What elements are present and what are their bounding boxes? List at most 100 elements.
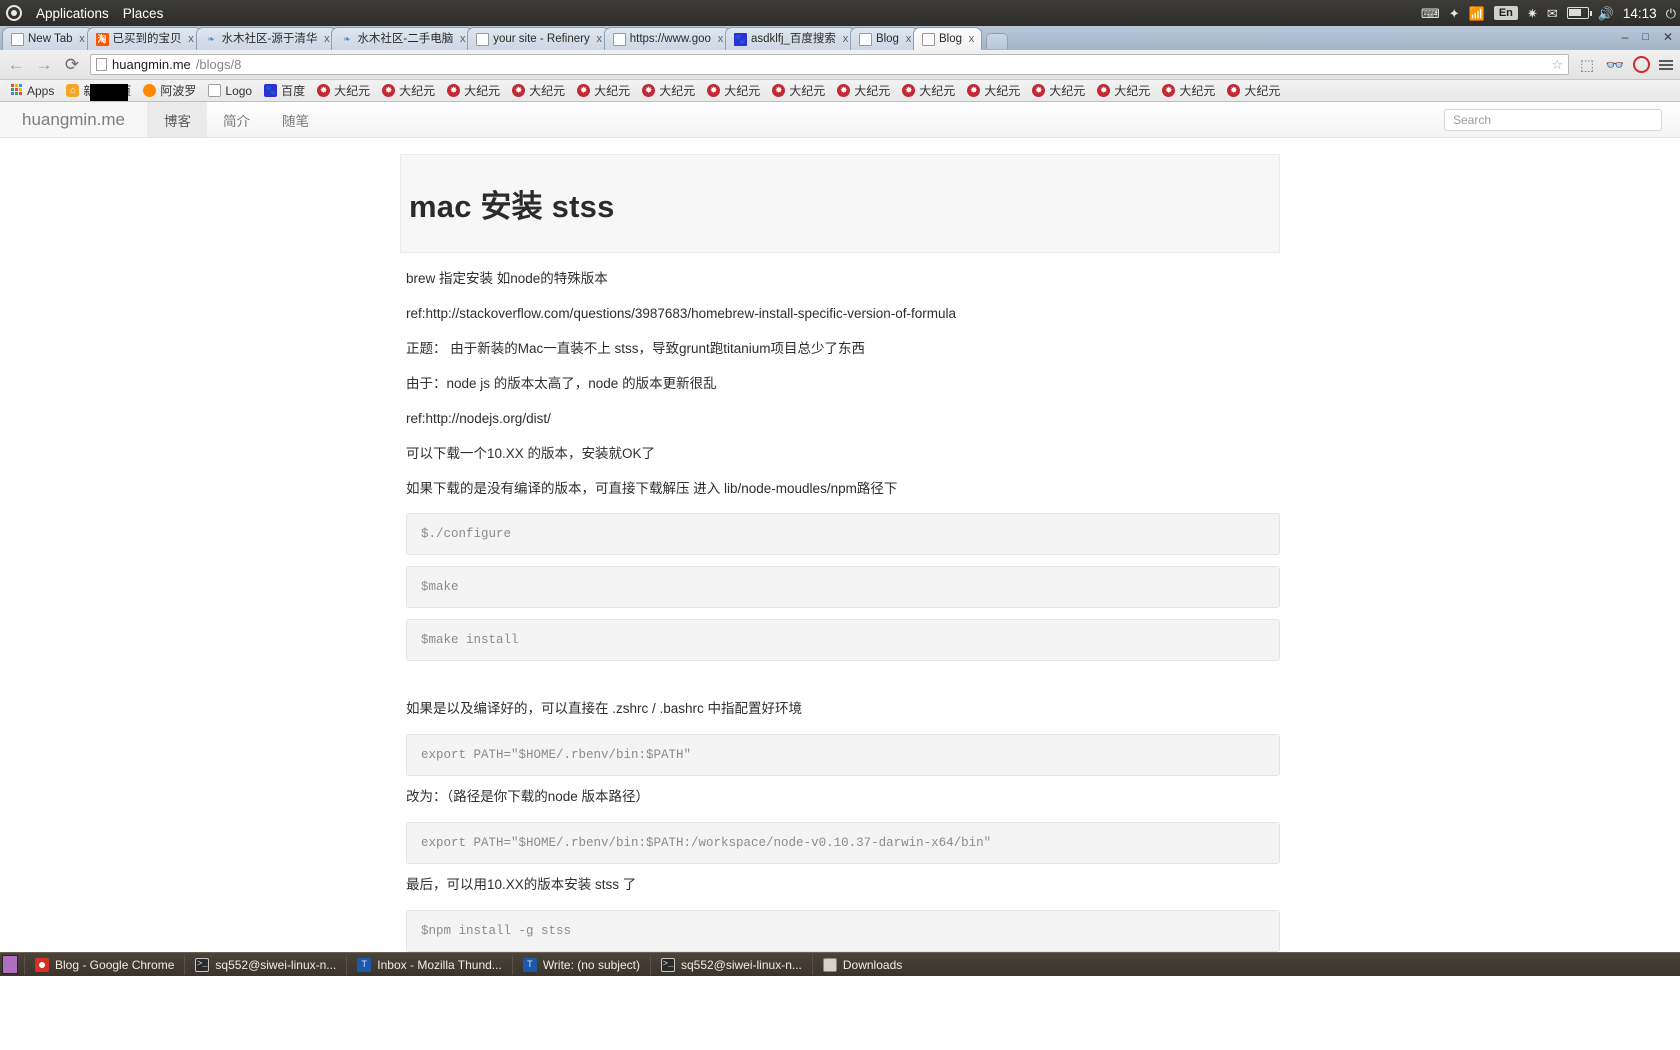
power-icon[interactable]: ⏻	[1666, 7, 1676, 20]
close-button[interactable]: ✕	[1656, 30, 1680, 44]
terminal-icon: >_	[661, 958, 675, 972]
site-nav-item-0[interactable]: 博客	[148, 102, 207, 137]
bookmark-item[interactable]: 🐾百度	[258, 82, 311, 99]
tab-title: 水木社区-二手电脑	[357, 28, 453, 50]
site-nav-item-1[interactable]: 简介	[207, 102, 266, 137]
browser-tab-strip: New Tabx淘已买到的宝贝x❧水木社区-源于清华x❧水木社区-二手电脑xyo…	[0, 26, 1680, 50]
baidu-icon: 🐾	[264, 84, 277, 97]
bookmark-item[interactable]: ✸ 大纪元	[636, 82, 701, 99]
bookmark-item[interactable]: ✸大纪元	[961, 82, 1026, 99]
keyboard-icon[interactable]: ⌨	[1421, 7, 1440, 20]
bookmark-item[interactable]: Apps	[4, 84, 60, 98]
show-desktop-button[interactable]	[2, 955, 18, 974]
bookmark-item[interactable]: ✸大纪元	[831, 82, 896, 99]
browser-tab[interactable]: Blogx	[850, 27, 919, 50]
reload-icon[interactable]: ⟳	[62, 55, 82, 75]
bookmark-label: 大纪元	[1114, 82, 1150, 99]
applications-menu[interactable]: Applications	[36, 6, 109, 21]
browser-tab[interactable]: Blogx	[913, 27, 982, 50]
paragraph: 改为：（路径是你下载的node 版本路径）	[406, 787, 1280, 808]
bookmark-item[interactable]: 阿波罗	[137, 82, 202, 99]
browser-tab[interactable]: 淘已买到的宝贝x	[87, 27, 202, 50]
bookmark-item[interactable]: ✸大纪元	[1026, 82, 1091, 99]
bookmark-item[interactable]: ✸大纪元	[1221, 82, 1286, 99]
taskbar-item[interactable]: Downloads	[812, 954, 912, 975]
bookmark-item[interactable]: ✸大纪元	[766, 82, 831, 99]
bookmark-label: 大纪元	[334, 82, 370, 99]
code-block: $npm install -g stss	[406, 910, 1280, 952]
site-brand[interactable]: huangmin.me	[0, 102, 148, 137]
bookmark-item[interactable]: ✸大纪元	[571, 82, 636, 99]
address-bar[interactable]: huangmin.me/blogs/8 ☆	[90, 54, 1569, 75]
browser-tab[interactable]: https://www.goox	[604, 27, 731, 50]
browser-tab[interactable]: ❧水木社区-二手电脑x	[331, 27, 473, 50]
taobao-icon: 淘	[96, 33, 109, 46]
bookmark-label: 大纪元	[854, 82, 890, 99]
mail-icon[interactable]: ✉	[1547, 7, 1558, 20]
page-title: mac 安装 stss	[409, 181, 1279, 226]
paragraph: ref:http://nodejs.org/dist/	[406, 409, 1280, 430]
bookmark-item[interactable]: ✸大纪元	[701, 82, 766, 99]
redaction-overlay	[90, 84, 128, 101]
taskbar-item[interactable]: Blog - Google Chrome	[24, 954, 184, 975]
bookmark-item[interactable]: ✸大纪元	[441, 82, 506, 99]
maximize-button[interactable]: □	[1635, 31, 1656, 43]
bookmark-item[interactable]: ✸大纪元	[1156, 82, 1221, 99]
window-list-taskbar: Blog - Google Chrome>_sq552@siwei-linux-…	[0, 952, 1680, 976]
tab-close-icon[interactable]: x	[186, 28, 197, 50]
taskbar-item-label: Blog - Google Chrome	[55, 958, 174, 972]
taskbar-item[interactable]: TWrite: (no subject)	[512, 954, 650, 975]
bookmark-item[interactable]: ✸大纪元	[1091, 82, 1156, 99]
browser-tab[interactable]: ❧水木社区-源于清华x	[196, 27, 338, 50]
back-arrow-icon[interactable]: ←	[6, 55, 26, 75]
hamburger-menu-icon[interactable]	[1658, 60, 1674, 70]
bookmark-item[interactable]: ⌂新标签页	[60, 82, 137, 99]
browser-tab[interactable]: your site - Refineryx	[467, 27, 610, 50]
extension-icon[interactable]: ⬚	[1577, 56, 1597, 74]
battery-icon[interactable]	[1567, 7, 1589, 19]
tab-close-icon[interactable]: x	[966, 28, 977, 50]
taskbar-item[interactable]: >_sq552@siwei-linux-n...	[184, 954, 346, 975]
paragraph: 正题： 由于新装的Mac一直装不上 stss，导致grunt跑titanium项…	[406, 339, 1280, 360]
tab-title: New Tab	[28, 28, 73, 50]
browser-tab[interactable]: New Tabx	[2, 27, 93, 50]
bookmark-item[interactable]: ✸大纪元	[506, 82, 571, 99]
epoch-icon: ✸	[577, 84, 590, 97]
search-input[interactable]: Search	[1444, 109, 1662, 131]
site-nav-item-2[interactable]: 随笔	[266, 102, 325, 137]
taskbar-item[interactable]: TInbox - Mozilla Thund...	[346, 954, 512, 975]
epoch-icon: ✸	[642, 84, 655, 97]
browser-tab[interactable]: 🐾asdklfj_百度搜索x	[725, 27, 856, 50]
code-block: $make install	[406, 619, 1280, 661]
clock[interactable]: 14:13	[1623, 6, 1657, 21]
minimize-button[interactable]: –	[1615, 30, 1636, 44]
bookmark-item[interactable]: ✸ 大纪元	[311, 82, 376, 99]
taskbar-item-label: sq552@siwei-linux-n...	[215, 958, 336, 972]
paragraph: 可以下载一个10.XX 的版本，安装就OK了	[406, 444, 1280, 465]
new-tab-button[interactable]	[986, 33, 1008, 49]
bookmark-item[interactable]: ✸大纪元	[896, 82, 961, 99]
epoch-icon: ✸	[382, 84, 395, 97]
wifi-icon[interactable]: 📶	[1469, 7, 1485, 20]
language-indicator[interactable]: En	[1494, 6, 1518, 20]
bluetooth-icon[interactable]: ✦	[1449, 7, 1460, 20]
ubuntu-logo-icon[interactable]	[6, 5, 22, 21]
places-menu[interactable]: Places	[123, 6, 164, 21]
volume-icon[interactable]: 🔊	[1598, 7, 1614, 20]
glasses-icon[interactable]: 👓	[1605, 56, 1625, 74]
epoch-icon: ✸	[967, 84, 980, 97]
bluetooth-alt-icon[interactable]: ✷	[1527, 7, 1538, 20]
paragraph: 由于：node js 的版本太高了，node 的版本更新很乱	[406, 374, 1280, 395]
forward-arrow-icon[interactable]: →	[34, 55, 54, 75]
bookmark-label: 大纪元	[659, 82, 695, 99]
tab-close-icon[interactable]: x	[77, 28, 88, 50]
page-icon	[922, 33, 935, 46]
bookmark-item[interactable]: ✸大纪元	[376, 82, 441, 99]
record-circle-icon[interactable]	[1633, 56, 1650, 73]
bookmark-item[interactable]: Logo	[202, 84, 258, 98]
epoch-icon: ✸	[317, 84, 330, 97]
taskbar-item[interactable]: >_sq552@siwei-linux-n...	[650, 954, 812, 975]
article: mac 安装 stss brew 指定安装 如node的特殊版本ref:http…	[400, 154, 1280, 976]
bookmark-label: Apps	[27, 84, 54, 98]
star-icon[interactable]: ☆	[1551, 57, 1563, 73]
